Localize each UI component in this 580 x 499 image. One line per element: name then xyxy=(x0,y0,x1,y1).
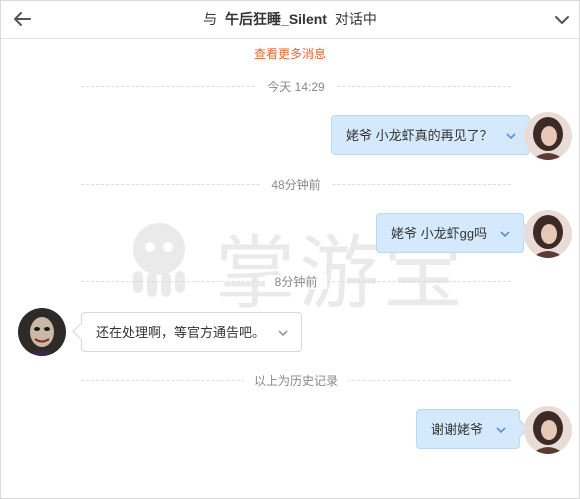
load-more-link[interactable]: 查看更多消息 xyxy=(1,45,579,62)
avatar[interactable] xyxy=(524,112,572,160)
divider-label: 8分钟前 xyxy=(264,275,328,289)
avatar[interactable] xyxy=(524,210,572,258)
message-text: 谢谢姥爷 xyxy=(431,422,484,437)
divider-label: 今天 14:29 xyxy=(257,80,335,94)
watermark-mascot-icon xyxy=(133,223,185,297)
chat-header: 与 午后狂睡_Silent 对话中 xyxy=(1,1,579,39)
message-text: 姥爷 小龙虾gg吗 xyxy=(391,226,488,241)
chevron-down-icon[interactable] xyxy=(495,424,507,436)
message-bubble-received[interactable]: 还在处理啊，等官方通告吧。 xyxy=(81,312,303,352)
chat-window: 与 午后狂睡_Silent 对话中 掌游宝 查看更多消息 今天 14:29 姥爷… xyxy=(0,0,580,499)
time-divider: 8分钟前 xyxy=(81,273,511,289)
chevron-down-icon[interactable] xyxy=(277,327,289,339)
avatar[interactable] xyxy=(524,406,572,454)
chevron-down-icon[interactable] xyxy=(505,130,517,142)
time-divider: 48分钟前 xyxy=(81,176,511,192)
contact-name: 午后狂睡_Silent xyxy=(225,11,327,27)
chevron-down-icon[interactable] xyxy=(499,228,511,240)
message-bubble-sent[interactable]: 谢谢姥爷 xyxy=(416,409,521,449)
chat-title: 与 午后狂睡_Silent 对话中 xyxy=(1,1,579,38)
message-text: 还在处理啊，等官方通告吧。 xyxy=(96,325,266,340)
time-divider: 今天 14:29 xyxy=(81,78,511,94)
avatar[interactable] xyxy=(18,308,66,356)
chevron-down-icon[interactable] xyxy=(553,11,571,29)
message-bubble-sent[interactable]: 姥爷 小龙虾gg吗 xyxy=(376,213,525,253)
history-divider: 以上为历史记录 xyxy=(81,372,511,388)
message-bubble-sent[interactable]: 姥爷 小龙虾真的再见了？ xyxy=(331,115,530,155)
title-suffix: 对话中 xyxy=(334,11,377,27)
message-text: 姥爷 小龙虾真的再见了？ xyxy=(346,128,493,143)
title-prefix: 与 xyxy=(203,11,218,27)
divider-label: 48分钟前 xyxy=(261,178,331,192)
divider-label: 以上为历史记录 xyxy=(243,374,348,388)
